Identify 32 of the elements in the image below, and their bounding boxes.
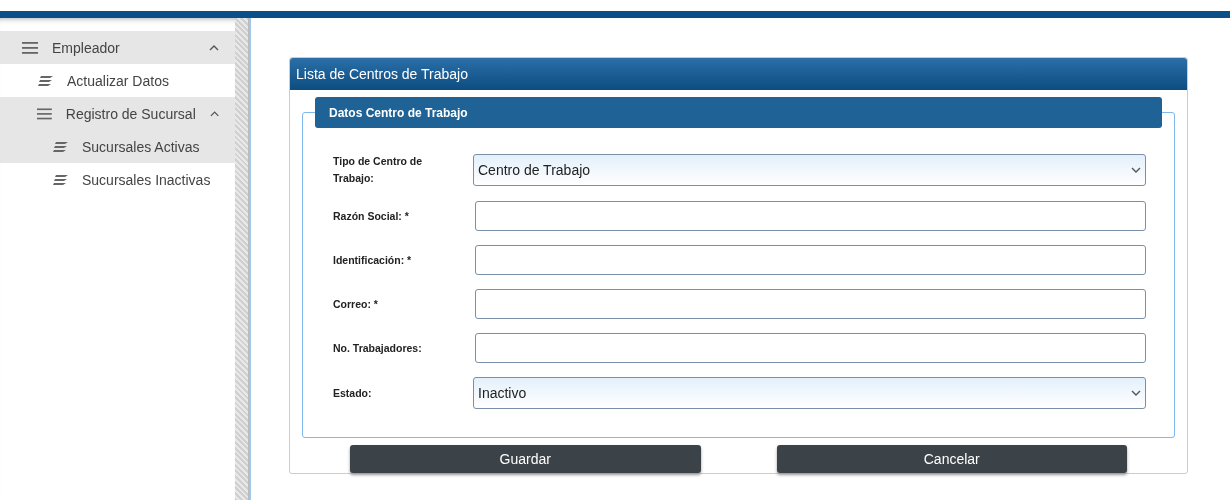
chevron-down-icon [1131, 167, 1141, 173]
sidebar-group[interactable]: Registro de Sucursal [0, 97, 235, 130]
chevron-up-icon [209, 110, 219, 117]
select-field[interactable]: Centro de Trabajo [473, 154, 1146, 186]
chevron-down-icon [1131, 390, 1141, 396]
input-field[interactable] [475, 333, 1146, 363]
sidebar-item[interactable]: Actualizar Datos [0, 64, 235, 97]
sidebar-item[interactable]: Sucursales Activas [0, 130, 235, 163]
field-label: No. Trabajadores: [333, 340, 423, 356]
input-field[interactable] [475, 245, 1146, 275]
save-button[interactable]: Guardar [350, 445, 701, 473]
select-field[interactable]: Inactivo [473, 377, 1146, 409]
select-value: Centro de Trabajo [478, 162, 591, 178]
sidebar-group[interactable]: Empleador [0, 31, 235, 64]
list-icon [52, 140, 68, 153]
field-label: Estado: [333, 385, 373, 401]
input-field[interactable] [475, 289, 1146, 319]
menu-icon [37, 107, 52, 120]
sidebar-item[interactable]: Sucursales Inactivas [0, 163, 235, 196]
field-label: Razón Social: * [333, 208, 410, 224]
chevron-up-icon [209, 44, 219, 51]
select-value: Inactivo [478, 385, 527, 401]
field-label: Tipo de Centro de Trabajo: [333, 154, 424, 186]
menu-icon [22, 41, 38, 54]
field-label: Correo: * [333, 296, 379, 312]
list-icon [52, 173, 68, 186]
list-icon [37, 74, 53, 87]
field-label: Identificación: * [333, 252, 413, 268]
section-title: Datos Centro de Trabajo [315, 97, 1162, 128]
panel-title: Lista de Centros de Trabajo [290, 58, 1187, 90]
input-field[interactable] [475, 201, 1146, 231]
cancel-button[interactable]: Cancelar [776, 445, 1127, 473]
